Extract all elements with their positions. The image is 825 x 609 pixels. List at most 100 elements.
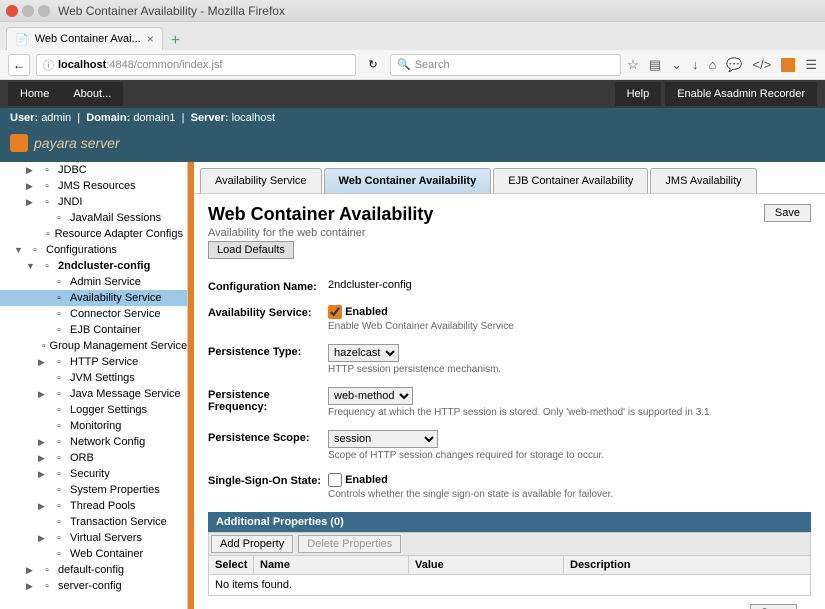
pocket-icon[interactable]: ⌄ xyxy=(671,57,682,73)
sidebar: ▶▫JDBC▶▫JMS Resources▶▫JNDI▫JavaMail Ses… xyxy=(0,162,188,609)
window-max-icon[interactable] xyxy=(38,5,50,17)
extension-icon[interactable] xyxy=(781,58,795,72)
sidebar-item[interactable]: ▫EJB Container xyxy=(0,322,187,338)
sidebar-item[interactable]: ▫JVM Settings xyxy=(0,370,187,386)
availability-checkbox[interactable] xyxy=(328,305,342,319)
page-title: Web Container Availability xyxy=(208,204,811,225)
tab-close-icon[interactable]: × xyxy=(147,32,154,46)
sidebar-item[interactable]: ▫Connector Service xyxy=(0,306,187,322)
sidebar-item[interactable]: ▫Transaction Service xyxy=(0,514,187,530)
sidebar-item[interactable]: ▶▫Java Message Service xyxy=(0,386,187,402)
tab-favicon: 📄 xyxy=(15,33,29,46)
recorder-button[interactable]: Enable Asadmin Recorder xyxy=(665,82,817,106)
search-icon: 🔍 xyxy=(397,58,411,71)
pscope-label: Persistence Scope: xyxy=(208,430,328,461)
availability-label: Availability Service: xyxy=(208,305,328,332)
url-input[interactable]: ⓘ localhost:4848/common/index.jsf xyxy=(36,54,356,76)
window-min-icon[interactable] xyxy=(22,5,34,17)
table-empty: No items found. xyxy=(209,575,810,595)
new-tab-button[interactable]: + xyxy=(163,32,188,50)
ptype-select[interactable]: hazelcast xyxy=(328,344,399,362)
help-button[interactable]: Help xyxy=(615,82,662,106)
sidebar-item[interactable]: ▫Group Management Service xyxy=(0,338,187,354)
browser-tabs: 📄 Web Container Avai... × + xyxy=(0,22,825,50)
props-header: Additional Properties (0) xyxy=(208,512,811,532)
th-select[interactable]: Select xyxy=(209,556,254,574)
pfreq-select[interactable]: web-method xyxy=(328,387,413,405)
sso-help: Controls whether the single sign-on stat… xyxy=(328,489,811,500)
add-property-button[interactable]: Add Property xyxy=(211,535,293,553)
delete-properties-button[interactable]: Delete Properties xyxy=(298,535,401,553)
sidebar-item[interactable]: ▶▫ORB xyxy=(0,450,187,466)
reload-button[interactable]: ↻ xyxy=(362,54,384,76)
home-icon[interactable]: ⌂ xyxy=(709,57,717,72)
info-bar: User: admin | Domain: domain1 | Server: … xyxy=(0,108,825,128)
sidebar-item[interactable]: ▫Resource Adapter Configs xyxy=(0,226,187,242)
th-name[interactable]: Name xyxy=(254,556,409,574)
sidebar-item[interactable]: ▫Admin Service xyxy=(0,274,187,290)
app-toolbar: Home About... Help Enable Asadmin Record… xyxy=(0,80,825,108)
sso-label: Single-Sign-On State: xyxy=(208,473,328,500)
config-name-label: Configuration Name: xyxy=(208,279,328,293)
content-tabs: Availability ServiceWeb Container Availa… xyxy=(194,162,825,194)
info-icon: ⓘ xyxy=(43,57,54,73)
url-bar: ← ⓘ localhost:4848/common/index.jsf ↻ 🔍 … xyxy=(0,50,825,80)
pfreq-help: Frequency at which the HTTP session is s… xyxy=(328,407,811,418)
save-button-bottom[interactable]: Save xyxy=(750,604,797,609)
sidebar-item[interactable]: ▫Logger Settings xyxy=(0,402,187,418)
config-name-value: 2ndcluster-config xyxy=(328,279,811,293)
sidebar-item[interactable]: ▶▫Network Config xyxy=(0,434,187,450)
browser-tab[interactable]: 📄 Web Container Avai... × xyxy=(6,27,163,50)
star-icon[interactable]: ☆ xyxy=(627,57,639,73)
code-icon[interactable]: </> xyxy=(753,57,772,72)
back-button[interactable]: ← xyxy=(8,54,30,76)
sidebar-item[interactable]: ▫Web Container xyxy=(0,546,187,562)
sidebar-item[interactable]: ▶▫server-config xyxy=(0,578,187,594)
sidebar-item[interactable]: ▶▫Virtual Servers xyxy=(0,530,187,546)
window-close-icon[interactable] xyxy=(6,5,18,17)
save-button[interactable]: Save xyxy=(764,204,811,222)
sidebar-item[interactable]: ▼▫Configurations xyxy=(0,242,187,258)
page-description: Availability for the web container xyxy=(208,227,811,239)
content-tab[interactable]: EJB Container Availability xyxy=(493,168,648,193)
th-desc[interactable]: Description xyxy=(564,556,810,574)
availability-help: Enable Web Container Availability Servic… xyxy=(328,321,811,332)
content-tab[interactable]: Web Container Availability xyxy=(324,168,492,193)
search-input[interactable]: 🔍 Search xyxy=(390,54,621,76)
content-tab[interactable]: Availability Service xyxy=(200,168,322,193)
sidebar-item[interactable]: ▫JavaMail Sessions xyxy=(0,210,187,226)
th-value[interactable]: Value xyxy=(409,556,564,574)
ptype-label: Persistence Type: xyxy=(208,344,328,375)
pscope-help: Scope of HTTP session changes required f… xyxy=(328,450,811,461)
sidebar-item[interactable]: ▶▫JNDI xyxy=(0,194,187,210)
brand-icon xyxy=(10,134,28,152)
menu-icon[interactable]: ☰ xyxy=(805,57,817,73)
sidebar-item[interactable]: ▶▫JMS Resources xyxy=(0,178,187,194)
pfreq-label: Persistence Frequency: xyxy=(208,387,328,418)
tab-label: Web Container Avai... xyxy=(35,33,141,45)
ptype-help: HTTP session persistence mechanism. xyxy=(328,364,811,375)
load-defaults-button[interactable]: Load Defaults xyxy=(208,241,294,259)
brand-bar: payara server xyxy=(0,128,825,162)
brand-text: payara server xyxy=(34,135,120,151)
nav-home[interactable]: Home xyxy=(8,82,61,106)
sidebar-item[interactable]: ▫Availability Service xyxy=(0,290,187,306)
library-icon[interactable]: ▤ xyxy=(649,57,661,73)
sidebar-item[interactable]: ▶▫default-config xyxy=(0,562,187,578)
sidebar-item[interactable]: ▶▫Security xyxy=(0,466,187,482)
chat-icon[interactable]: 💬 xyxy=(726,57,742,73)
content-tab[interactable]: JMS Availability xyxy=(650,168,756,193)
props-table: Select Name Value Description No items f… xyxy=(208,556,811,596)
sidebar-item[interactable]: ▫Monitoring xyxy=(0,418,187,434)
sidebar-item[interactable]: ▫System Properties xyxy=(0,482,187,498)
pscope-select[interactable]: session xyxy=(328,430,438,448)
nav-about[interactable]: About... xyxy=(61,82,123,106)
sidebar-item[interactable]: ▼▫2ndcluster-config xyxy=(0,258,187,274)
sidebar-item[interactable]: ▶▫HTTP Service xyxy=(0,354,187,370)
download-icon[interactable]: ↓ xyxy=(692,57,699,72)
sso-checkbox[interactable] xyxy=(328,473,342,487)
window-titlebar: Web Container Availability - Mozilla Fir… xyxy=(0,0,825,22)
window-title: Web Container Availability - Mozilla Fir… xyxy=(58,4,285,18)
sidebar-item[interactable]: ▶▫Thread Pools xyxy=(0,498,187,514)
sidebar-item[interactable]: ▶▫JDBC xyxy=(0,162,187,178)
